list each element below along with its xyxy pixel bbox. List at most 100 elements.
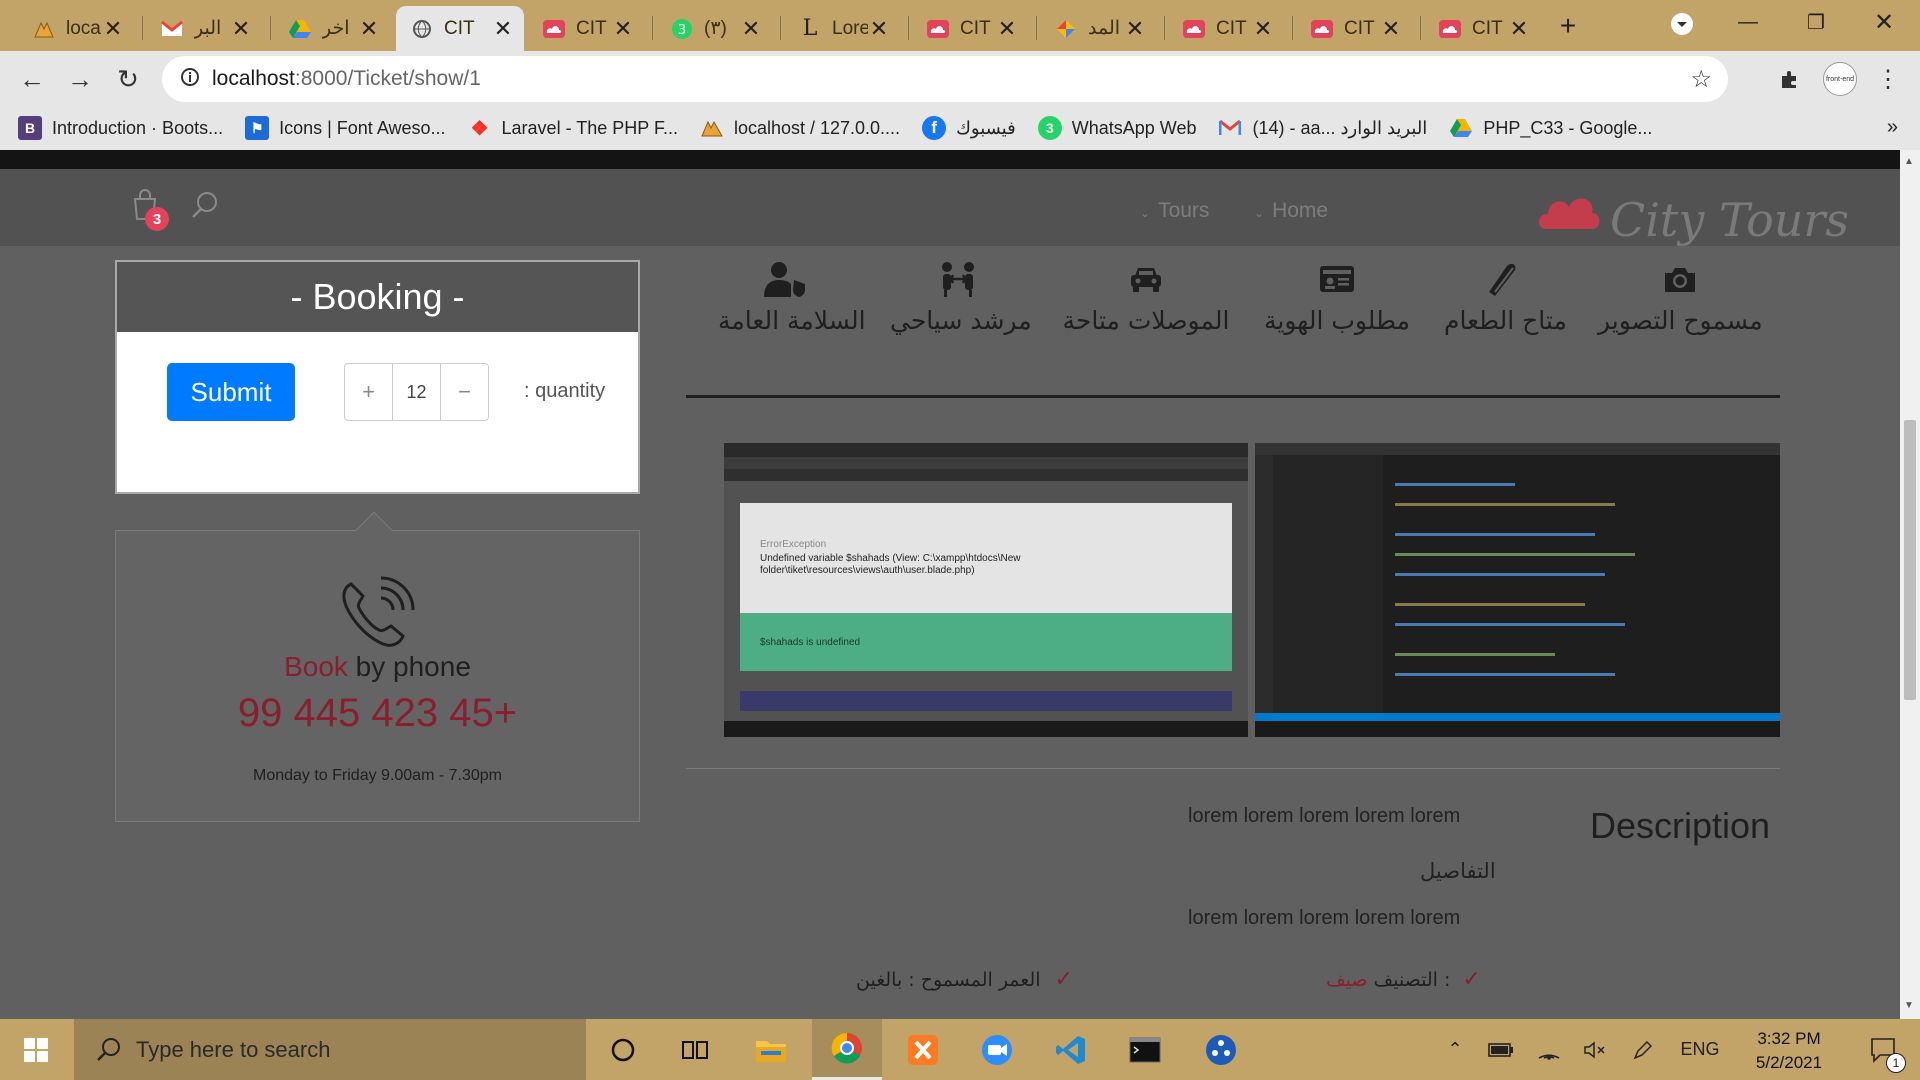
terminal-icon[interactable]	[1110, 1019, 1180, 1080]
scroll-down-icon[interactable]: ▼	[1904, 1000, 1914, 1011]
booking-title: - Booking -	[117, 262, 638, 332]
category-meta: صيف التصنيف : ✓	[1326, 967, 1481, 992]
zoom-icon[interactable]	[962, 1019, 1032, 1080]
close-icon[interactable]: ✕	[1380, 16, 1402, 42]
browser-tab[interactable]: loca ✕	[18, 6, 134, 51]
back-button[interactable]: ←	[14, 61, 50, 97]
battery-icon[interactable]	[1482, 1019, 1520, 1080]
browser-tab[interactable]: البر ✕	[146, 6, 262, 51]
file-explorer-icon[interactable]	[736, 1019, 806, 1080]
browser-tab[interactable]: CIT ✕	[528, 6, 644, 51]
quantity-input[interactable]: 12	[393, 364, 440, 420]
profile-avatar[interactable]: front-end	[1822, 61, 1858, 97]
start-button[interactable]	[0, 1019, 72, 1080]
browser-tab[interactable]: CIT ✕	[1296, 6, 1412, 51]
gallery-image[interactable]: ErrorException Undefined variable $shaha…	[724, 443, 1248, 737]
page-scrollbar[interactable]: ▲ ▼	[1900, 150, 1920, 1019]
tab-search-button[interactable]	[1652, 2, 1712, 46]
close-icon[interactable]: ✕	[102, 16, 124, 42]
close-icon[interactable]: ✕	[740, 16, 762, 42]
browser-tab[interactable]: CIT ✕	[1424, 6, 1540, 51]
bookmark-google-drive[interactable]: PHP_C33 - Google...	[1449, 116, 1652, 140]
taskbar-search[interactable]: Type here to search	[74, 1019, 586, 1080]
facebook-icon: f	[922, 116, 947, 140]
bookmark-phpmyadmin[interactable]: localhost / 127.0.0....	[700, 116, 900, 140]
nav-home[interactable]: ⌄ Home	[1254, 199, 1328, 223]
check-icon: ✓	[1462, 967, 1481, 992]
notifications-icon[interactable]: 1	[1856, 1019, 1912, 1080]
details-label: التفاصيل	[1420, 859, 1496, 883]
bookmark-font-awesome[interactable]: ⚑ Icons | Font Aweso...	[245, 116, 446, 140]
gmail-icon	[1218, 116, 1242, 140]
cart-count-badge: 3	[145, 207, 169, 231]
page-viewport: ⌄ Tours ⌄ Home City Tours 3 - Booking - Su…	[0, 150, 1920, 1019]
new-tab-button[interactable]: +	[1538, 4, 1598, 48]
close-icon[interactable]: ✕	[868, 16, 890, 42]
more-bookmarks-icon[interactable]: »	[1887, 116, 1898, 139]
cortana-icon[interactable]	[588, 1019, 658, 1080]
forward-button[interactable]: →	[62, 61, 98, 97]
browser-tab-active[interactable]: CIT ✕	[396, 6, 524, 51]
site-info-icon[interactable]	[180, 67, 200, 92]
nav-tours[interactable]: ⌄ Tours	[1140, 199, 1209, 223]
gallery-image[interactable]	[1255, 443, 1780, 737]
vscode-icon[interactable]	[1036, 1019, 1106, 1080]
restore-button[interactable]: ❐	[1786, 0, 1846, 44]
quantity-minus-button[interactable]: −	[440, 364, 488, 420]
close-window-button[interactable]: ✕	[1854, 0, 1914, 44]
close-icon[interactable]: ✕	[230, 16, 252, 42]
xampp-taskbar-icon[interactable]	[888, 1019, 958, 1080]
reload-button[interactable]: ↻	[110, 61, 146, 97]
scroll-up-icon[interactable]: ▲	[1904, 156, 1914, 167]
site-logo[interactable]: City Tours	[1610, 193, 1849, 247]
google-drive-icon	[288, 17, 312, 41]
bookmark-whatsapp[interactable]: 3 WhatsApp Web	[1037, 116, 1196, 140]
chevron-down-icon	[1671, 13, 1693, 35]
search-icon[interactable]	[190, 190, 220, 225]
wifi-icon[interactable]	[1530, 1019, 1568, 1080]
close-icon[interactable]: ✕	[1252, 16, 1274, 42]
quantity-plus-button[interactable]: +	[345, 364, 393, 420]
menu-icon[interactable]: ⋮	[1870, 61, 1906, 97]
language-indicator[interactable]: ENG	[1672, 1019, 1728, 1080]
scrollbar-thumb[interactable]	[1904, 420, 1916, 700]
davinci-icon[interactable]	[1186, 1019, 1256, 1080]
clock[interactable]: 3:32 PM 5/2/2021	[1730, 1027, 1848, 1075]
bookmark-facebook[interactable]: f فيسبوك	[922, 116, 1016, 140]
phone-number[interactable]: 99 445 423 45+	[116, 691, 639, 736]
extensions-icon[interactable]	[1772, 61, 1808, 97]
quantity-label: : quantity	[524, 380, 606, 402]
browser-tab[interactable]: 3 (٣) ✕	[656, 6, 772, 51]
task-view-icon[interactable]	[660, 1019, 730, 1080]
chevron-down-icon: ⌄	[1254, 206, 1265, 220]
browser-tab[interactable]: L Lore ✕	[784, 6, 900, 51]
bookmark-gmail[interactable]: (14) - aa... البريد الوارد	[1218, 116, 1427, 140]
description-divider	[686, 768, 1780, 769]
close-icon[interactable]: ✕	[612, 16, 634, 42]
bookmark-laravel[interactable]: ❖ Laravel - The PHP F...	[468, 116, 678, 140]
browser-tab[interactable]: المد ✕	[1040, 6, 1156, 51]
close-icon[interactable]: ✕	[1124, 16, 1146, 42]
close-icon[interactable]: ✕	[358, 16, 380, 42]
lorem-icon: L	[802, 16, 818, 41]
browser-tab[interactable]: CIT ✕	[1168, 6, 1284, 51]
bookmark-bootstrap[interactable]: B Introduction · Boots...	[18, 116, 223, 140]
close-icon[interactable]: ✕	[996, 16, 1018, 42]
car-icon	[1060, 258, 1232, 300]
minimize-button[interactable]: —	[1718, 0, 1778, 44]
submit-button[interactable]: Submit	[167, 363, 295, 421]
feature-tour-guide: مرشد سياحي	[890, 258, 1032, 335]
close-icon[interactable]: ✕	[1508, 16, 1530, 42]
address-bar[interactable]: localhost:8000/Ticket/show/1 ☆	[162, 56, 1728, 102]
close-icon[interactable]: ✕	[492, 16, 514, 42]
star-icon[interactable]: ☆	[1690, 65, 1712, 94]
browser-tab[interactable]: اخر ✕	[274, 6, 390, 51]
pen-icon[interactable]	[1624, 1019, 1662, 1080]
show-hidden-icons[interactable]: ⌃	[1438, 1019, 1472, 1080]
laravel-icon: ❖	[470, 117, 489, 140]
google-drive-icon	[1449, 116, 1473, 140]
browser-tab[interactable]: CIT ✕	[912, 6, 1028, 51]
whatsapp-icon: 3	[1037, 116, 1062, 140]
chrome-icon[interactable]	[812, 1019, 882, 1080]
volume-muted-icon[interactable]	[1576, 1019, 1614, 1080]
